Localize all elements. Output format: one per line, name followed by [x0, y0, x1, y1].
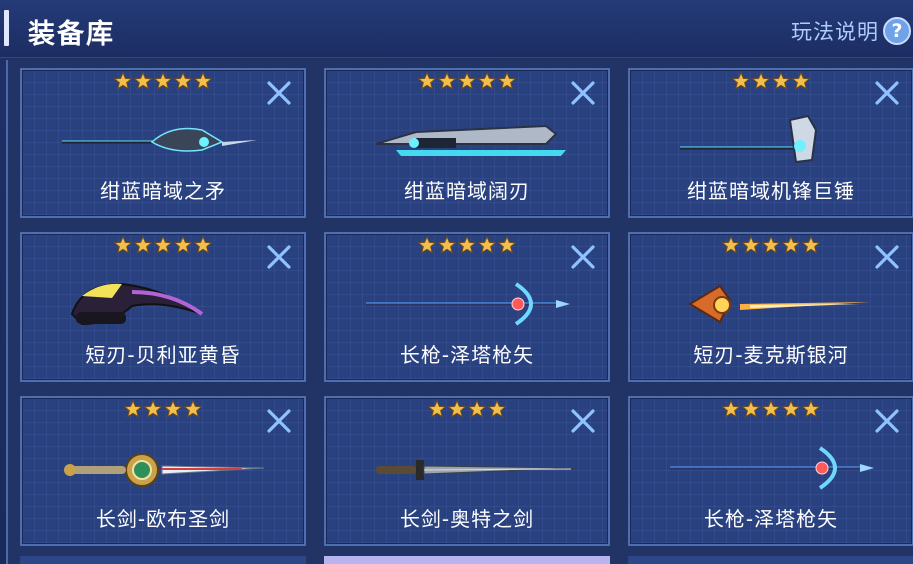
star-icon	[781, 399, 801, 418]
hammer-icon	[680, 114, 818, 164]
star-icon	[721, 399, 741, 418]
star-icon	[457, 71, 477, 90]
star-icon	[741, 399, 761, 418]
equipment-card[interactable]: 绀蓝暗域之矛	[20, 68, 306, 218]
star-icon	[771, 71, 791, 90]
star-icon	[801, 235, 821, 254]
star-icon	[143, 399, 163, 418]
close-icon[interactable]	[570, 80, 596, 106]
star-icon	[417, 71, 437, 90]
star-rating	[630, 399, 912, 418]
star-icon	[497, 71, 517, 90]
equipment-name: 长枪-泽塔枪矢	[399, 343, 535, 367]
scroll-indicator-left	[20, 556, 306, 564]
equipment-card[interactable]: 长枪-泽塔枪矢	[628, 396, 913, 546]
star-icon	[437, 235, 457, 254]
close-icon[interactable]	[570, 244, 596, 270]
equipment-panel: 装备库 玩法说明 ? 绀蓝暗域之矛 绀蓝暗域阔刃 绀蓝暗域机锋巨锤 短刃-贝利亚黄昏长…	[0, 0, 913, 564]
close-icon[interactable]	[266, 80, 292, 106]
scroll-indicator-right	[628, 556, 913, 564]
star-rating	[22, 235, 304, 254]
close-icon[interactable]	[874, 244, 900, 270]
star-icon	[487, 399, 507, 418]
star-icon	[113, 71, 133, 90]
star-icon	[133, 71, 153, 90]
star-rating	[22, 399, 304, 418]
star-rating	[22, 71, 304, 90]
star-icon	[193, 235, 213, 254]
star-icon	[741, 235, 761, 254]
star-icon	[761, 235, 781, 254]
equipment-card[interactable]: 绀蓝暗域阔刃	[324, 68, 610, 218]
star-icon	[427, 399, 447, 418]
star-icon	[721, 235, 741, 254]
star-icon	[153, 235, 173, 254]
star-icon	[437, 71, 457, 90]
scroll-indicator-active[interactable]	[324, 556, 610, 564]
help-button[interactable]: 玩法说明 ?	[791, 16, 911, 46]
star-icon	[113, 235, 133, 254]
title-accent-bar	[4, 10, 9, 46]
star-icon	[477, 71, 497, 90]
equipment-card[interactable]: 绀蓝暗域机锋巨锤	[628, 68, 913, 218]
star-icon	[417, 235, 437, 254]
equipment-name: 长枪-泽塔枪矢	[703, 507, 839, 531]
long-sword-icon	[376, 460, 577, 480]
close-icon[interactable]	[266, 408, 292, 434]
star-icon	[791, 71, 811, 90]
close-icon[interactable]	[874, 408, 900, 434]
star-rating	[630, 235, 912, 254]
equipment-grid: 绀蓝暗域之矛 绀蓝暗域阔刃 绀蓝暗域机锋巨锤 短刃-贝利亚黄昏 长枪-泽塔枪矢 短刃-麦克…	[6, 60, 913, 564]
star-icon	[477, 235, 497, 254]
equipment-name: 长剑-奥特之剑	[399, 507, 535, 531]
header-bar: 装备库 玩法说明 ?	[0, 0, 913, 58]
equipment-name: 长剑-欧布圣剑	[95, 507, 231, 531]
star-rating	[326, 399, 608, 418]
star-icon	[761, 399, 781, 418]
star-icon	[467, 399, 487, 418]
star-icon	[173, 71, 193, 90]
equipment-card[interactable]: 短刃-麦克斯银河	[628, 232, 913, 382]
equipment-card[interactable]: 长枪-泽塔枪矢	[324, 232, 610, 382]
star-icon	[457, 235, 477, 254]
equipment-card[interactable]: 短刃-贝利亚黄昏	[20, 232, 306, 382]
star-icon	[153, 71, 173, 90]
star-icon	[163, 399, 183, 418]
bow-spear-icon	[670, 446, 874, 490]
star-rating	[630, 71, 912, 90]
star-icon	[193, 71, 213, 90]
holy-sword-icon	[64, 453, 265, 487]
star-icon	[781, 235, 801, 254]
star-icon	[731, 71, 751, 90]
star-rating	[326, 235, 608, 254]
close-icon[interactable]	[874, 80, 900, 106]
equipment-card[interactable]: 长剑-欧布圣剑	[20, 396, 306, 546]
question-icon[interactable]: ?	[883, 17, 911, 45]
equipment-name: 绀蓝暗域之矛	[100, 179, 226, 203]
equipment-name: 短刃-贝利亚黄昏	[85, 343, 241, 367]
star-icon	[801, 399, 821, 418]
star-rating	[326, 71, 608, 90]
star-icon	[447, 399, 467, 418]
star-icon	[751, 71, 771, 90]
equipment-name: 短刃-麦克斯银河	[693, 343, 849, 367]
close-icon[interactable]	[570, 408, 596, 434]
close-icon[interactable]	[266, 244, 292, 270]
flame-dagger-icon	[688, 284, 870, 324]
bow-spear-icon	[366, 282, 570, 326]
star-icon	[497, 235, 517, 254]
star-icon	[173, 235, 193, 254]
star-icon	[133, 235, 153, 254]
star-icon	[123, 399, 143, 418]
equipment-card[interactable]: 长剑-奥特之剑	[324, 396, 610, 546]
star-icon	[183, 399, 203, 418]
spear-icon	[62, 127, 257, 152]
scythe-dagger-icon	[70, 282, 204, 326]
broadblade-icon	[375, 124, 566, 156]
equipment-name: 绀蓝暗域机锋巨锤	[687, 179, 855, 203]
help-label: 玩法说明	[791, 20, 879, 44]
equipment-name: 绀蓝暗域阔刃	[404, 179, 530, 203]
page-title: 装备库	[28, 19, 115, 50]
